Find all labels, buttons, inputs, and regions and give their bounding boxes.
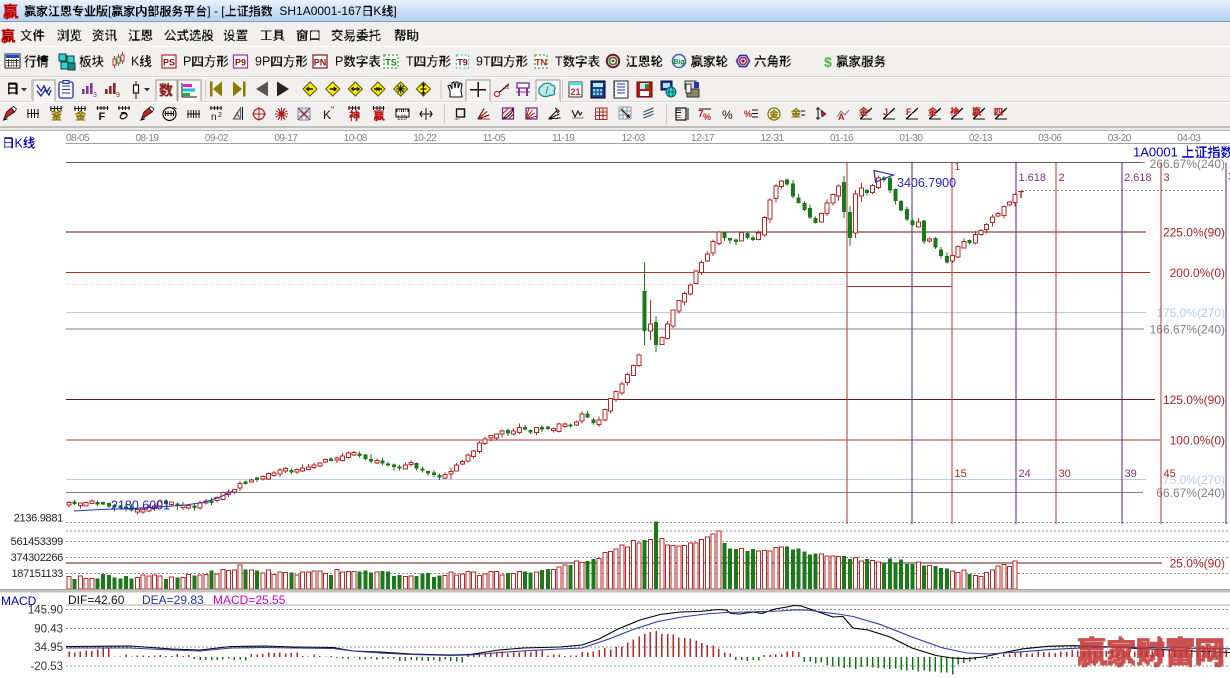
svg-text:P: P: [335, 55, 343, 69]
svg-text:30: 30: [1059, 468, 1071, 480]
svg-text:15: 15: [955, 468, 967, 480]
svg-text:9: 9: [116, 92, 120, 99]
svg-text:01-30: 01-30: [899, 133, 923, 144]
svg-text:04-03: 04-03: [1177, 133, 1201, 144]
svg-text:K: K: [15, 137, 24, 151]
svg-text:-20.53: -20.53: [30, 661, 63, 673]
svg-text:08-19: 08-19: [135, 133, 159, 144]
svg-text:n: n: [211, 112, 217, 123]
svg-text:2: 2: [218, 112, 222, 119]
svg-text:225.0%(90): 225.0%(90): [1163, 226, 1225, 240]
svg-text:]: ]: [393, 4, 396, 18]
svg-text:9T: 9T: [476, 55, 491, 69]
svg-text:J: J: [883, 107, 888, 117]
svg-text:PS: PS: [163, 58, 175, 68]
svg-text:01-16: 01-16: [830, 133, 854, 144]
svg-text:45: 45: [1164, 468, 1176, 480]
svg-text:10-08: 10-08: [344, 133, 368, 144]
svg-text:A: A: [235, 111, 241, 120]
svg-text:1: 1: [955, 162, 961, 173]
svg-text:$: $: [824, 54, 832, 70]
svg-text:%: %: [744, 109, 752, 119]
svg-text:F: F: [906, 107, 912, 117]
svg-text:3406.7900: 3406.7900: [897, 176, 956, 190]
svg-text:%: %: [703, 112, 711, 122]
svg-text:11-05: 11-05: [483, 133, 506, 144]
svg-text:39: 39: [1125, 468, 1137, 480]
svg-text:1.618: 1.618: [1019, 172, 1047, 184]
svg-text:24: 24: [1019, 468, 1031, 480]
svg-text:PN: PN: [314, 58, 327, 68]
svg-text:123: 123: [397, 116, 408, 122]
svg-text:P9: P9: [235, 58, 246, 68]
svg-text:03-06: 03-06: [1038, 133, 1062, 144]
svg-text:02-13: 02-13: [969, 133, 993, 144]
svg-text:SH1A0001-167: SH1A0001-167: [273, 4, 362, 18]
svg-text:09-17: 09-17: [274, 133, 298, 144]
svg-text:2.618: 2.618: [1124, 172, 1152, 184]
svg-text:F: F: [99, 111, 106, 123]
svg-text:K: K: [373, 4, 381, 18]
svg-text:10-22: 10-22: [413, 133, 437, 144]
svg-text:12-31: 12-31: [761, 133, 785, 144]
svg-text:2: 2: [1059, 172, 1065, 184]
svg-text:11-19: 11-19: [552, 133, 575, 144]
svg-text:] - [: ] - [: [207, 4, 225, 18]
svg-text:145.90: 145.90: [28, 605, 63, 617]
svg-text:34.95: 34.95: [34, 642, 63, 654]
svg-text:K: K: [323, 108, 331, 122]
svg-text:187151133: 187151133: [11, 568, 63, 580]
svg-text:374302266: 374302266: [11, 552, 64, 564]
svg-text:25.0%(90): 25.0%(90): [1170, 557, 1225, 571]
svg-text:K: K: [131, 55, 140, 69]
svg-text:%: %: [722, 108, 733, 122]
svg-text:2136.9881: 2136.9881: [14, 513, 63, 525]
svg-text:09-02: 09-02: [205, 133, 229, 144]
svg-text:90.43: 90.43: [34, 623, 63, 635]
svg-text:12-03: 12-03: [622, 133, 646, 144]
svg-text:2180.6001: 2180.6001: [111, 499, 170, 513]
svg-text:9P: 9P: [255, 55, 270, 69]
svg-text:Big: Big: [673, 59, 684, 66]
svg-text:66.67%(240): 66.67%(240): [1156, 486, 1225, 500]
svg-text:03-20: 03-20: [1108, 133, 1132, 144]
svg-text:T9: T9: [457, 58, 468, 68]
svg-text:": ": [331, 105, 334, 115]
svg-text:a: a: [505, 84, 509, 91]
svg-text:TS: TS: [385, 58, 397, 68]
svg-text:21: 21: [571, 87, 581, 97]
svg-text:12-17: 12-17: [691, 133, 715, 144]
svg-text:125.0%(90): 125.0%(90): [1163, 393, 1225, 407]
svg-text:200.0%(0): 200.0%(0): [1170, 266, 1225, 280]
svg-text:T: T: [406, 55, 414, 69]
svg-text:P: P: [183, 55, 191, 69]
svg-text:T: T: [555, 55, 563, 69]
svg-text:561453399: 561453399: [11, 536, 64, 548]
svg-text:TN: TN: [535, 58, 547, 68]
svg-text:3: 3: [1164, 172, 1170, 184]
svg-text:175.0%(270): 175.0%(270): [1156, 306, 1225, 320]
svg-text:3: 3: [93, 92, 97, 99]
svg-text:100.0%(0): 100.0%(0): [1170, 434, 1225, 448]
svg-text:08-05: 08-05: [66, 133, 90, 144]
svg-text:T: T: [1018, 190, 1024, 201]
svg-text:A: A: [838, 112, 845, 122]
